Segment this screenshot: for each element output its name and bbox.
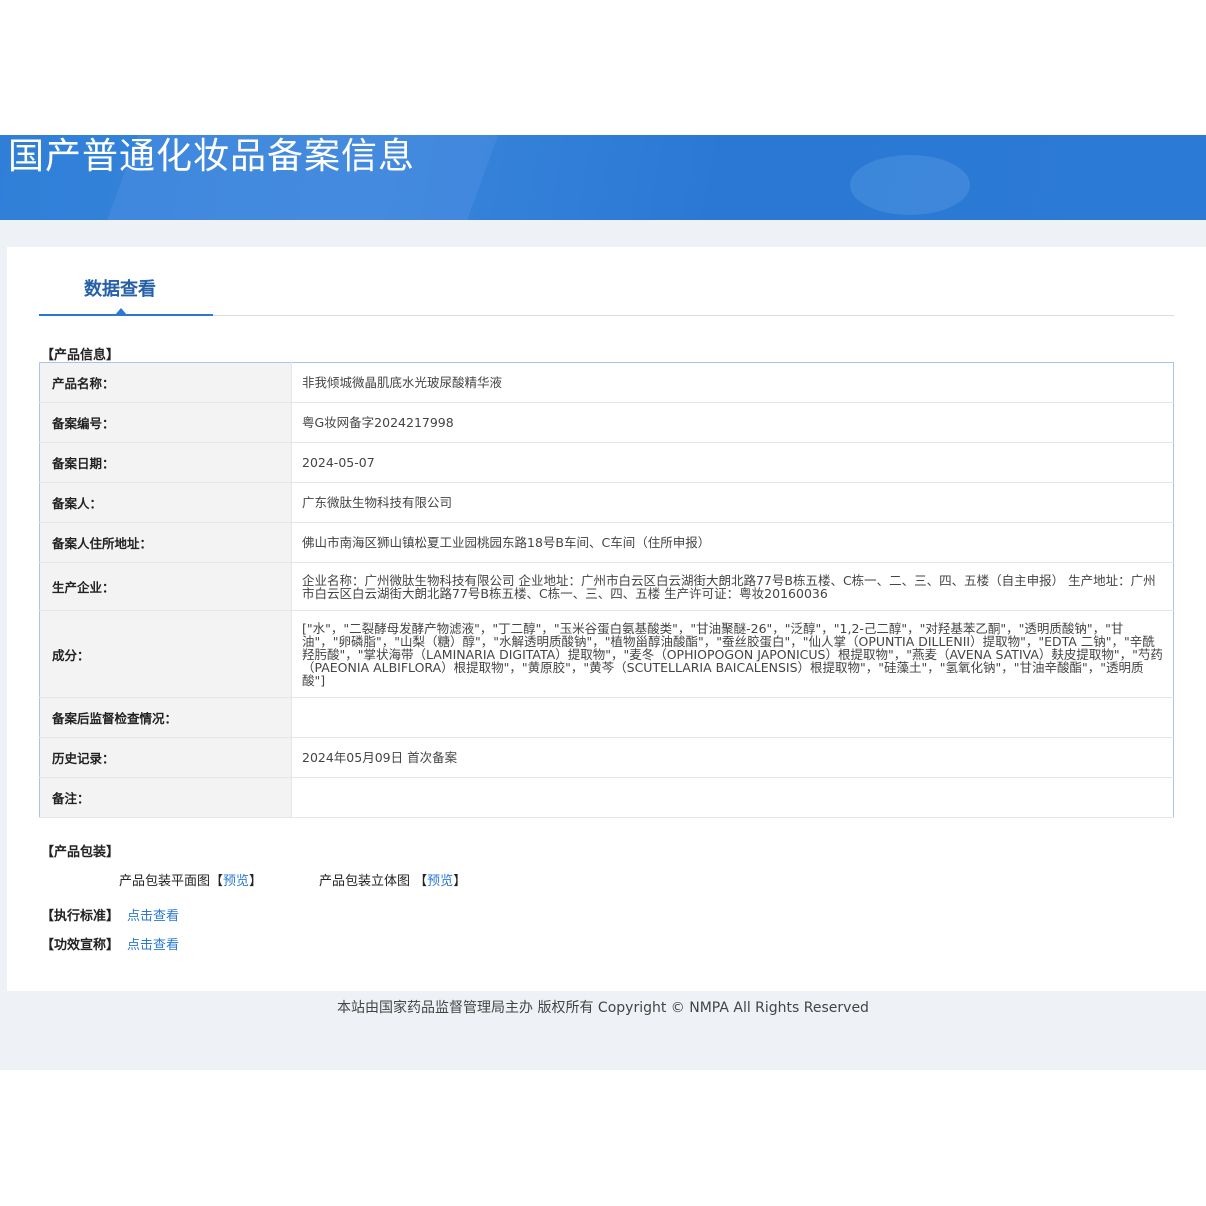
row-label: 备案日期：: [39, 442, 292, 483]
row-value: 非我倾城微晶肌底水光玻尿酸精华液: [291, 362, 1174, 403]
packaging-flat-label: 产品包装平面图: [119, 874, 211, 889]
preview-flat-link[interactable]: 预览: [223, 874, 249, 889]
row-label: 备案人：: [39, 482, 292, 523]
bracket-open: 【: [414, 874, 428, 889]
row-value: 佛山市南海区狮山镇松夏工业园桃园东路18号B车间、C车间（住所申报）: [291, 522, 1174, 563]
efficacy-view-link[interactable]: 点击查看: [127, 938, 179, 953]
row-label: 成分：: [39, 610, 292, 698]
row-label: 生产企业：: [39, 562, 292, 611]
banner-decoration: [850, 155, 970, 215]
standard-view-link[interactable]: 点击查看: [127, 909, 179, 924]
page-banner: 国产普通化妆品备案信息: [0, 135, 1206, 220]
preview-solid-link[interactable]: 预览: [427, 874, 453, 889]
row-value: 企业名称：广州微肽生物科技有限公司 企业地址：广州市白云区白云湖街大朗北路77号…: [291, 562, 1174, 611]
table-row: 备案人住所地址： 佛山市南海区狮山镇松夏工业园桃园东路18号B车间、C车间（住所…: [39, 522, 1174, 563]
table-row: 备案人： 广东微肽生物科技有限公司: [39, 482, 1174, 523]
table-row: 产品名称： 非我倾城微晶肌底水光玻尿酸精华液: [39, 362, 1174, 403]
product-info-table: 产品名称： 非我倾城微晶肌底水光玻尿酸精华液 备案编号： 粤G妆网备字20242…: [39, 362, 1174, 818]
bracket-open: 【: [210, 874, 224, 889]
row-value: 2024-05-07: [291, 442, 1174, 483]
row-label: 历史记录：: [39, 737, 292, 778]
row-value: 2024年05月09日 首次备案: [291, 737, 1174, 778]
section-product-info: 【产品信息】: [41, 348, 120, 363]
table-row: 历史记录： 2024年05月09日 首次备案: [39, 737, 1174, 778]
row-label: 产品名称：: [39, 362, 292, 403]
table-row: 备案日期： 2024-05-07: [39, 442, 1174, 483]
row-value: 粤G妆网备字2024217998: [291, 402, 1174, 443]
tab-data-view[interactable]: 数据查看: [84, 275, 156, 301]
efficacy-row: 【功效宣称】 点击查看: [41, 934, 179, 953]
table-row: 生产企业： 企业名称：广州微肽生物科技有限公司 企业地址：广州市白云区白云湖街大…: [39, 562, 1174, 611]
row-label: 备案后监督检查情况：: [39, 697, 292, 738]
row-value: [291, 777, 1174, 818]
footer-copyright: 本站由国家药品监督管理局主办 版权所有 Copyright © NMPA All…: [337, 1000, 869, 1016]
section-packaging: 【产品包装】: [41, 845, 120, 860]
row-value: [291, 697, 1174, 738]
table-row: 备案编号： 粤G妆网备字2024217998: [39, 402, 1174, 443]
row-label: 备案人住所地址：: [39, 522, 292, 563]
packaging-solid: 产品包装立体图 【预览】: [319, 870, 466, 889]
packaging-flat: 产品包装平面图【预览】: [119, 870, 262, 889]
standard-row: 【执行标准】 点击查看: [41, 905, 179, 924]
packaging-solid-label: 产品包装立体图: [319, 874, 411, 889]
table-row: 成分： ["水"，"二裂酵母发酵产物滤液"，"丁二醇"，"玉米谷蛋白氨基酸类"，…: [39, 610, 1174, 698]
row-label: 备案编号：: [39, 402, 292, 443]
bracket-close: 】: [453, 874, 467, 889]
bracket-close: 】: [249, 874, 263, 889]
section-standard: 【执行标准】: [41, 909, 120, 924]
tab-caret-icon: [115, 308, 127, 315]
page-title: 国产普通化妆品备案信息: [8, 136, 416, 177]
table-row: 备案后监督检查情况：: [39, 697, 1174, 738]
row-value: ["水"，"二裂酵母发酵产物滤液"，"丁二醇"，"玉米谷蛋白氨基酸类"，"甘油聚…: [291, 610, 1174, 698]
section-efficacy: 【功效宣称】: [41, 938, 120, 953]
table-row: 备注：: [39, 777, 1174, 818]
row-label: 备注：: [39, 777, 292, 818]
row-value: 广东微肽生物科技有限公司: [291, 482, 1174, 523]
